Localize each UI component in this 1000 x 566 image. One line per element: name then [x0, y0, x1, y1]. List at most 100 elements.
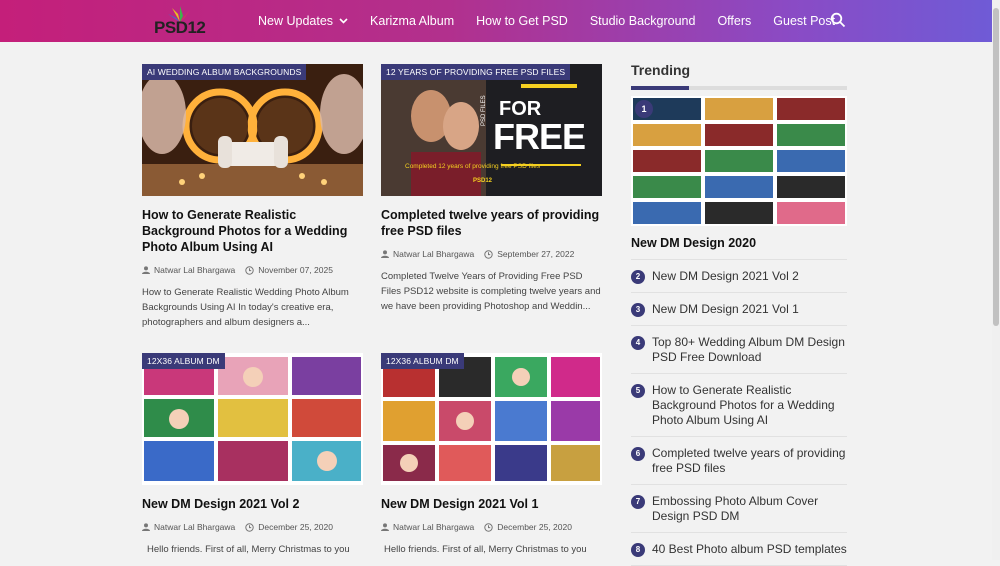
post-author[interactable]: Natwar Lal Bhargawa — [142, 265, 235, 275]
trending-item[interactable]: 2 New DM Design 2021 Vol 2 — [631, 260, 847, 293]
collage-tile — [705, 176, 773, 198]
clock-icon — [245, 265, 254, 275]
post-meta: Natwar Lal Bhargawa November 07, 2025 — [142, 265, 363, 275]
post-excerpt: How to Generate Realistic Wedding Photo … — [142, 287, 349, 328]
trending-item[interactable]: 3 New DM Design 2021 Vol 1 — [631, 293, 847, 326]
trending-item[interactable]: 7 Embossing Photo Album Cover Design PSD… — [631, 485, 847, 533]
post-card[interactable]: 12X36 ALBUM DM New DM Design 2021 Vol 2 … — [142, 353, 363, 557]
page-scrollbar[interactable] — [992, 0, 1000, 560]
trending-rank-badge: 7 — [631, 495, 645, 509]
post-meta: Natwar Lal Bhargawa September 27, 2022 — [381, 249, 602, 259]
site-logo[interactable]: PSD12 — [150, 4, 210, 38]
post-category-tag[interactable]: 12 YEARS OF PROVIDING FREE PSD FILES — [381, 64, 571, 80]
trending-divider — [631, 86, 847, 90]
nav-label: New Updates — [258, 14, 334, 28]
post-card[interactable]: 12X36 ALBUM DM New DM Design 2021 Vol 1 … — [381, 353, 602, 557]
trending-item-label: Embossing Photo Album Cover Design PSD D… — [652, 494, 819, 523]
clock-icon — [484, 249, 493, 259]
post-card[interactable]: PSD FILES FOR FREE Completed 12 years of… — [381, 64, 602, 314]
trending-item-label: 40 Best Photo album PSD templates — [652, 542, 847, 556]
trending-rank-badge: 2 — [631, 270, 645, 284]
user-icon — [142, 266, 150, 274]
post-category-tag[interactable]: 12X36 ALBUM DM — [142, 353, 225, 369]
post-title[interactable]: New DM Design 2021 Vol 2 — [142, 496, 363, 512]
trending-item-label: How to Generate Realistic Background Pho… — [652, 383, 835, 427]
collage-tile — [705, 98, 773, 120]
trending-rank-badge: 5 — [631, 384, 645, 398]
post-category-tag[interactable]: AI WEDDING ALBUM BACKGROUNDS — [142, 64, 307, 80]
post-category-tag[interactable]: 12X36 ALBUM DM — [381, 353, 464, 369]
author-name: Natwar Lal Bhargawa — [154, 265, 236, 275]
post-card[interactable]: AI WEDDING ALBUM BACKGROUNDS How to Gene… — [142, 64, 363, 330]
post-title[interactable]: New DM Design 2021 Vol 1 — [381, 496, 602, 512]
scrollbar-thumb[interactable] — [993, 8, 999, 326]
collage-tile — [633, 176, 701, 198]
post-excerpt: Completed Twelve Years of Providing Free… — [381, 271, 601, 312]
image-caption: Completed 12 years of providing free PSD… — [405, 163, 541, 170]
trending-rank-badge: 6 — [631, 447, 645, 461]
chevron-down-icon — [339, 18, 348, 24]
collage-tile — [777, 202, 845, 224]
nav-offers[interactable]: Offers — [717, 14, 751, 28]
author-name: Natwar Lal Bhargawa — [154, 522, 236, 532]
trending-item[interactable]: 4 Top 80+ Wedding Album DM Design PSD Fr… — [631, 326, 847, 374]
post-excerpt: Hello friends. First of all, Merry Chris… — [384, 544, 587, 555]
main-nav: New Updates Karizma Album How to Get PSD… — [258, 0, 857, 42]
post-title[interactable]: Completed twelve years of providing free… — [381, 207, 602, 239]
logo-text: PSD12 — [154, 18, 206, 37]
image-text-psd-files: PSD FILES — [481, 95, 487, 126]
nav-studio-background[interactable]: Studio Background — [590, 14, 696, 28]
collage-tile — [633, 202, 701, 224]
post-meta: Natwar Lal Bhargawa December 25, 2020 — [381, 522, 602, 532]
post-date: December 25, 2020 — [484, 522, 572, 532]
trending-rank-badge: 8 — [631, 543, 645, 557]
nav-new-updates[interactable]: New Updates — [258, 14, 348, 28]
trending-item-label: New DM Design 2021 Vol 1 — [652, 302, 799, 316]
trending-item[interactable]: 5 How to Generate Realistic Background P… — [631, 374, 847, 437]
post-author[interactable]: Natwar Lal Bhargawa — [381, 522, 474, 532]
post-thumbnail[interactable]: 12X36 ALBUM DM — [381, 353, 602, 485]
nav-karizma-album[interactable]: Karizma Album — [370, 14, 454, 28]
nav-guest-post[interactable]: Guest Post — [773, 14, 835, 28]
nav-how-to-get-psd[interactable]: How to Get PSD — [476, 14, 568, 28]
post-title[interactable]: How to Generate Realistic Background Pho… — [142, 207, 363, 255]
post-thumbnail[interactable]: 12X36 ALBUM DM — [142, 353, 363, 485]
post-author[interactable]: Natwar Lal Bhargawa — [381, 249, 474, 259]
collage-tile — [705, 150, 773, 172]
user-icon — [381, 523, 389, 531]
collage-tile — [777, 150, 845, 172]
trending-title: Trending — [631, 62, 691, 78]
date-text: November 07, 2025 — [258, 265, 333, 275]
trending-thumbnail[interactable]: 1 — [631, 96, 847, 226]
album-collage-image — [631, 96, 847, 226]
clock-icon — [484, 522, 493, 532]
collage-tile — [633, 150, 701, 172]
album-collage-image — [381, 353, 602, 485]
collage-tile — [705, 202, 773, 224]
image-text-free: FREE — [493, 116, 586, 157]
search-icon[interactable] — [830, 12, 846, 28]
trending-item[interactable]: 6 Completed twelve years of providing fr… — [631, 437, 847, 485]
post-meta: Natwar Lal Bhargawa December 25, 2020 — [142, 522, 363, 532]
collage-tile — [777, 124, 845, 146]
trending-item-label: New DM Design 2021 Vol 2 — [652, 269, 799, 283]
image-logo: PSD12 — [473, 178, 493, 184]
user-icon — [381, 250, 389, 258]
post-author[interactable]: Natwar Lal Bhargawa — [142, 522, 235, 532]
author-name: Natwar Lal Bhargawa — [393, 522, 475, 532]
trending-item-label: Top 80+ Wedding Album DM Design PSD Free… — [652, 335, 845, 364]
trending-item[interactable]: 8 40 Best Photo album PSD templates — [631, 533, 847, 566]
nav-label: How to Get PSD — [476, 14, 568, 28]
nav-label: Karizma Album — [370, 14, 455, 28]
site-header: PSD12 New Updates Karizma Album How to G… — [0, 0, 992, 42]
post-thumbnail[interactable]: PSD FILES FOR FREE Completed 12 years of… — [381, 64, 602, 196]
trending-sidebar: Trending 1 New DM Design 2020 2 New DM D… — [631, 62, 847, 566]
post-date: September 27, 2022 — [484, 249, 574, 259]
date-text: December 25, 2020 — [258, 522, 333, 532]
collage-tile — [777, 176, 845, 198]
collage-tile — [777, 98, 845, 120]
trending-item-label: Completed twelve years of providing free… — [652, 446, 846, 475]
collage-tile — [633, 124, 701, 146]
trending-item[interactable]: New DM Design 2020 — [631, 236, 847, 260]
post-thumbnail[interactable]: AI WEDDING ALBUM BACKGROUNDS — [142, 64, 363, 196]
